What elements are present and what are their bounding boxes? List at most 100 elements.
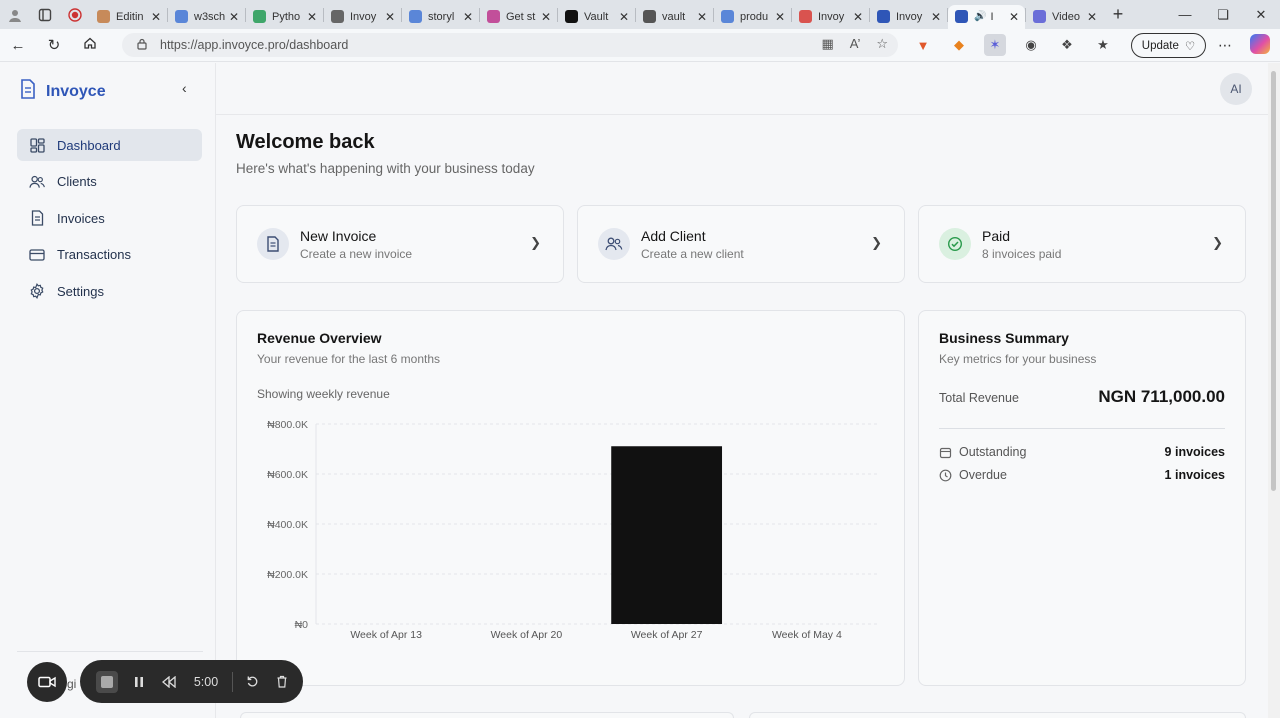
copilot-icon[interactable] (1250, 34, 1270, 54)
extensions-puzzle-icon[interactable]: ❖ (1056, 34, 1078, 56)
tab-close-icon[interactable]: ✕ (929, 10, 943, 24)
app-frame: Invoyce ‹ Dashboard Clients Invoices Transa… (4, 63, 1268, 718)
new-invoice-card[interactable]: New Invoice Create a new invoice ❯ (236, 205, 564, 283)
extension-copilot-bot-icon[interactable]: ◉ (1020, 34, 1042, 56)
browser-tab[interactable]: storyl ✕ (402, 5, 479, 29)
outstanding-value: 9 invoices (1164, 445, 1225, 459)
refresh-icon[interactable]: ↻ (36, 36, 72, 54)
paid-title: Paid (982, 227, 1011, 244)
tab-close-icon[interactable]: ✕ (617, 10, 631, 24)
total-revenue-value: NGN 711,000.00 (1098, 387, 1225, 406)
file-icon (29, 210, 45, 226)
tab-close-icon[interactable]: ✕ (227, 10, 241, 24)
close-window-icon[interactable]: ✕ (1242, 0, 1280, 29)
revenue-bar (611, 446, 723, 624)
favorites-icon[interactable]: ★ (1092, 34, 1114, 56)
users-icon (598, 228, 630, 260)
add-client-card[interactable]: Add Client Create a new client ❯ (577, 205, 905, 283)
browser-tab[interactable]: Invoy ✕ (792, 5, 869, 29)
brand-logo-icon (20, 79, 36, 104)
extension-metamask-icon[interactable]: ◆ (948, 34, 970, 56)
tab-close-icon[interactable]: ✕ (539, 10, 553, 24)
sidebar-item-clients[interactable]: Clients (17, 166, 202, 198)
stop-recording-button[interactable] (96, 670, 118, 693)
browser-tab[interactable]: w3sch ✕ (168, 5, 245, 29)
tab-favicon-icon (487, 10, 500, 23)
browser-tab[interactable]: 🔊 I ✕ (948, 4, 1025, 29)
outstanding-label: Outstanding (959, 445, 1027, 459)
new-invoice-title: New Invoice (300, 227, 377, 244)
browser-tab[interactable]: Video ✕ (1026, 5, 1103, 29)
update-button[interactable]: Update ♡ (1131, 33, 1206, 58)
tab-close-icon[interactable]: ✕ (1007, 10, 1021, 24)
tab-title: Invoy (896, 10, 923, 23)
tab-close-icon[interactable]: ✕ (695, 10, 709, 24)
rewind-icon[interactable] (154, 675, 184, 688)
read-aloud-icon[interactable]: A’ (850, 36, 861, 52)
avatar[interactable]: AI (1220, 73, 1252, 105)
record-icon[interactable] (60, 0, 90, 29)
summary-divider (939, 428, 1225, 429)
overdue-value: 1 invoices (1164, 468, 1225, 482)
recorder-controls: 5:00 (80, 660, 303, 703)
tab-favicon-icon (409, 10, 422, 23)
new-tab-button[interactable]: + (1103, 4, 1133, 25)
url-field[interactable]: https://app.invoyce.pro/dashboard ▦ A’ ☆ (122, 33, 898, 57)
camera-toggle-button[interactable] (27, 662, 67, 702)
sidebar-item-label: Clients (57, 174, 97, 189)
tab-title: Pytho (272, 10, 301, 23)
tab-actions-icon[interactable] (30, 0, 60, 29)
page-subtitle: Here's what's happening with your busine… (236, 161, 535, 176)
tab-audio-icon[interactable]: 🔊 (974, 11, 986, 22)
next-card-peek (749, 712, 1246, 718)
browser-tab[interactable]: Pytho ✕ (246, 5, 323, 29)
favorite-star-icon[interactable]: ☆ (876, 36, 888, 52)
more-menu-icon[interactable]: ⋯ (1214, 33, 1236, 57)
browser-tab[interactable]: produ ✕ (714, 5, 791, 29)
back-icon[interactable]: ← (0, 37, 36, 54)
browser-tab[interactable]: Invoy ✕ (324, 5, 401, 29)
delete-icon[interactable] (267, 675, 297, 688)
tab-close-icon[interactable]: ✕ (773, 10, 787, 24)
extension-brave-icon[interactable]: ▼ (912, 34, 934, 56)
tab-favicon-icon (97, 10, 110, 23)
tab-close-icon[interactable]: ✕ (149, 10, 163, 24)
browser-tab[interactable]: Get st ✕ (480, 5, 557, 29)
sidebar-item-settings[interactable]: Settings (17, 275, 202, 307)
home-icon[interactable] (72, 36, 108, 54)
page-scrollbar[interactable] (1268, 63, 1280, 718)
y-tick-label: ₦600.0K (267, 469, 308, 481)
brand[interactable]: Invoyce (20, 79, 106, 104)
tab-close-icon[interactable]: ✕ (851, 10, 865, 24)
new-invoice-subtitle: Create a new invoice (300, 246, 413, 261)
extension-active-icon[interactable]: ✶ (984, 34, 1006, 56)
apps-icon[interactable]: ▦ (821, 36, 833, 52)
tab-favicon-icon (175, 10, 188, 23)
restart-icon[interactable] (237, 675, 267, 688)
collapse-sidebar-icon[interactable]: ‹ (182, 80, 187, 96)
profile-icon[interactable] (0, 0, 30, 29)
lock-icon[interactable] (136, 38, 148, 53)
invoice-icon (257, 228, 289, 260)
add-client-title: Add Client (641, 227, 706, 244)
tab-close-icon[interactable]: ✕ (305, 10, 319, 24)
maximize-icon[interactable]: ❏ (1204, 0, 1242, 29)
scrollbar-thumb[interactable] (1271, 71, 1276, 491)
browser-tab[interactable]: Editin ✕ (90, 5, 167, 29)
next-card-peek (240, 712, 734, 718)
tab-close-icon[interactable]: ✕ (461, 10, 475, 24)
tab-close-icon[interactable]: ✕ (1085, 10, 1099, 24)
browser-tab[interactable]: vault ✕ (636, 5, 713, 29)
minimize-icon[interactable]: — (1166, 0, 1204, 29)
paid-card[interactable]: Paid 8 invoices paid ❯ (918, 205, 1246, 283)
outstanding-icon (939, 446, 953, 459)
sidebar-item-transactions[interactable]: Transactions (17, 239, 202, 271)
browser-tab[interactable]: Invoy ✕ (870, 5, 947, 29)
sidebar-item-dashboard[interactable]: Dashboard (17, 129, 202, 161)
pause-icon[interactable] (124, 676, 154, 688)
tab-title: vault (662, 10, 686, 23)
browser-tab[interactable]: Vault ✕ (558, 5, 635, 29)
tab-close-icon[interactable]: ✕ (383, 10, 397, 24)
sidebar-item-invoices[interactable]: Invoices (17, 202, 202, 234)
tab-favicon-icon (721, 10, 734, 23)
